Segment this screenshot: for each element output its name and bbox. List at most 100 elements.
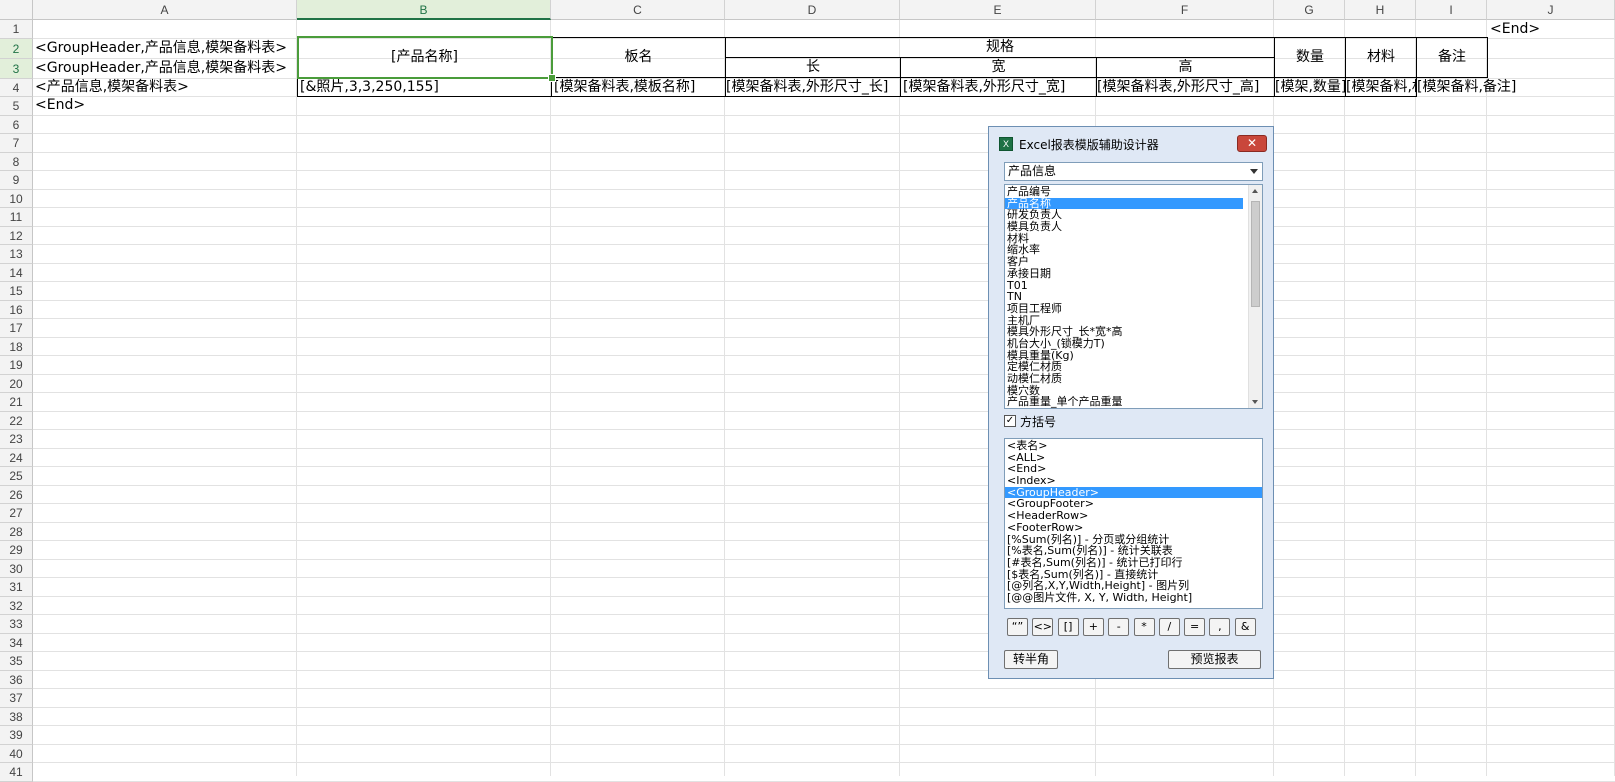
row-header-25[interactable]: 25 — [0, 467, 33, 486]
row-header-39[interactable]: 39 — [0, 726, 33, 745]
row-header-2[interactable]: 2 — [0, 38, 33, 59]
symbol-button-plus[interactable]: + — [1082, 618, 1104, 636]
row-header-12[interactable]: 12 — [0, 226, 33, 245]
cell-b4[interactable]: [&照片,3,3,250,155] — [297, 77, 552, 97]
field-list-item[interactable]: T01 — [1005, 279, 1243, 292]
cell-c2-c3-merged[interactable]: 板名 — [551, 37, 726, 78]
report-designer-dialog[interactable]: X Excel报表模版辅助设计器 ✕ 产品信息 产品编号 产品名称 研发负责人 模具负… — [988, 126, 1274, 679]
field-list-item[interactable]: 产品编号 — [1005, 186, 1243, 198]
row-header-1[interactable]: 1 — [0, 20, 33, 39]
cell-d4[interactable]: [模架备料表,外形尺寸_长] — [725, 77, 901, 97]
dialog-titlebar[interactable]: X Excel报表模版辅助设计器 ✕ — [989, 127, 1273, 159]
cell-a2[interactable]: <GroupHeader,产品信息,模架备料表> — [35, 38, 297, 58]
fill-handle[interactable] — [548, 74, 556, 82]
row-header-35[interactable]: 35 — [0, 652, 33, 671]
row-header-11[interactable]: 11 — [0, 208, 33, 227]
scroll-up-icon[interactable] — [1252, 189, 1258, 193]
row-header-14[interactable]: 14 — [0, 263, 33, 282]
column-header-b[interactable]: B — [297, 0, 551, 20]
row-header-4[interactable]: 4 — [0, 78, 33, 97]
symbol-button-comma[interactable]: , — [1209, 618, 1231, 636]
column-header-e[interactable]: E — [900, 0, 1096, 20]
row-header-22[interactable]: 22 — [0, 411, 33, 430]
row-header-8[interactable]: 8 — [0, 152, 33, 171]
tag-list-item[interactable]: [@@图片文件, X, Y, Width, Height] — [1005, 592, 1262, 604]
row-header-15[interactable]: 15 — [0, 282, 33, 301]
row-header-24[interactable]: 24 — [0, 448, 33, 467]
row-header-27[interactable]: 27 — [0, 504, 33, 523]
scroll-thumb[interactable] — [1251, 201, 1260, 307]
symbol-button-angle-brackets[interactable]: <> — [1032, 618, 1054, 636]
scroll-down-icon[interactable] — [1252, 400, 1258, 404]
row-header-32[interactable]: 32 — [0, 596, 33, 615]
spreadsheet[interactable]: ABCDEFGHIJ 1 2 3 4 5 6 7 8 9 10 11 12 13 14 15 16 17 18 19… — [0, 0, 1615, 782]
symbol-button-equals[interactable]: = — [1184, 618, 1206, 636]
cell-h4[interactable]: [模架备料,材料] — [1345, 77, 1417, 97]
symbol-button-divide[interactable]: / — [1158, 618, 1180, 636]
convert-halfwidth-button[interactable]: 转半角 — [1004, 650, 1058, 669]
row-header-23[interactable]: 23 — [0, 430, 33, 449]
row-header-7[interactable]: 7 — [0, 134, 33, 153]
row-header-3[interactable]: 3 — [0, 58, 33, 79]
row-header-40[interactable]: 40 — [0, 744, 33, 763]
row-header-21[interactable]: 21 — [0, 393, 33, 412]
row-header-30[interactable]: 30 — [0, 559, 33, 578]
cell-a5[interactable]: <End> — [35, 96, 297, 114]
field-list-item[interactable]: 产品重量_单个产品重量 — [1005, 396, 1243, 408]
tag-list[interactable]: <表名> <ALL> <End> <Index> <GroupHeader> <Group… — [1004, 438, 1263, 609]
field-list-item[interactable]: 项目工程师 — [1005, 303, 1243, 315]
row-header-6[interactable]: 6 — [0, 115, 33, 134]
row-header-37[interactable]: 37 — [0, 689, 33, 708]
field-list-item[interactable]: 机台大小_(锁模力T) — [1005, 338, 1243, 350]
cell-j1[interactable]: <End> — [1489, 20, 1609, 38]
column-header-c[interactable]: C — [551, 0, 725, 20]
cell-e4[interactable]: [模架备料表,外形尺寸_宽] — [900, 77, 1097, 97]
field-list-item[interactable]: 承接日期 — [1005, 268, 1243, 280]
symbol-button-minus[interactable]: - — [1108, 618, 1130, 636]
row-header-20[interactable]: 20 — [0, 374, 33, 393]
row-header-31[interactable]: 31 — [0, 578, 33, 597]
bracket-checkbox[interactable]: ✓ — [1004, 415, 1016, 427]
field-list[interactable]: 产品编号 产品名称 研发负责人 模具负责人 材料 缩水率 客户 承接日期 T01 TN 项目工程师主… — [1004, 184, 1263, 409]
row-header-17[interactable]: 17 — [0, 319, 33, 338]
column-header-a[interactable]: A — [33, 0, 297, 20]
preview-report-button[interactable]: 预览报表 — [1168, 650, 1261, 669]
row-header-28[interactable]: 28 — [0, 522, 33, 541]
row-header-26[interactable]: 26 — [0, 485, 33, 504]
row-header-36[interactable]: 36 — [0, 670, 33, 689]
column-header-d[interactable]: D — [725, 0, 900, 20]
symbol-button-quotes[interactable]: “” — [1007, 618, 1028, 636]
row-header-13[interactable]: 13 — [0, 245, 33, 264]
symbol-button-multiply[interactable]: * — [1133, 618, 1155, 636]
cell-d2-f2-merged[interactable]: 规格 — [725, 37, 1275, 58]
field-list-item[interactable]: 缩水率 — [1005, 244, 1243, 256]
cell-f3[interactable]: 高 — [1096, 57, 1275, 78]
row-header-41[interactable]: 41 — [0, 763, 33, 782]
field-list-item[interactable]: 模具负责人 — [1005, 221, 1243, 233]
cell-d3[interactable]: 长 — [725, 57, 901, 78]
column-header-i[interactable]: I — [1416, 0, 1487, 20]
cell-c4[interactable]: [模架备料表,模板名称] — [551, 77, 726, 97]
cell-i2-i3-merged[interactable]: 备注 — [1416, 37, 1488, 78]
tag-list-item[interactable]: <表名> — [1005, 440, 1262, 452]
row-header-9[interactable]: 9 — [0, 171, 33, 190]
column-header-g[interactable]: G — [1274, 0, 1345, 20]
row-header-10[interactable]: 10 — [0, 189, 33, 208]
cell-e3[interactable]: 宽 — [900, 57, 1097, 78]
tag-list-item[interactable]: <Index> — [1005, 475, 1262, 487]
select-all-corner[interactable] — [0, 0, 33, 20]
field-list-scrollbar[interactable] — [1248, 185, 1262, 408]
row-header-34[interactable]: 34 — [0, 633, 33, 652]
cell-g4[interactable]: [模架,数量] — [1274, 77, 1346, 97]
symbol-button-square-brackets[interactable]: [] — [1057, 618, 1079, 636]
row-header-29[interactable]: 29 — [0, 541, 33, 560]
row-header-33[interactable]: 33 — [0, 615, 33, 634]
cell-g2-g3-merged[interactable]: 数量 — [1274, 37, 1346, 78]
field-list-item[interactable]: 动模仁材质 — [1005, 373, 1243, 385]
tag-list-item[interactable]: [#表名,Sum(列名)] - 统计已打印行 — [1005, 557, 1262, 569]
row-header-5[interactable]: 5 — [0, 97, 33, 116]
cell-i4[interactable]: [模架备料,备注] — [1417, 78, 1527, 96]
field-list-item[interactable]: 材料 — [1005, 233, 1243, 245]
column-header-h[interactable]: H — [1345, 0, 1416, 20]
cell-a4[interactable]: <产品信息,模架备料表> — [35, 78, 297, 96]
